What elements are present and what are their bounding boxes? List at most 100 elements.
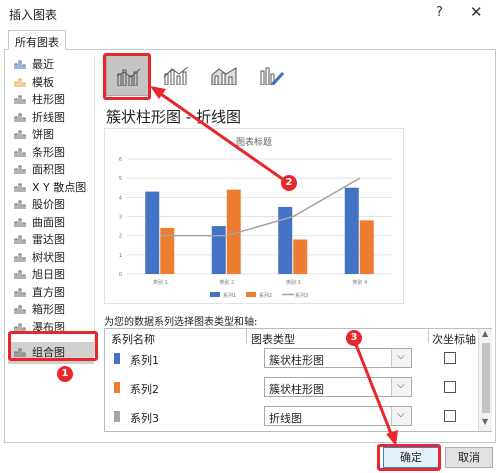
bar-mark xyxy=(359,220,374,274)
chart-type-item[interactable]: 最近 xyxy=(8,56,94,74)
cancel-button[interactable]: 取消 xyxy=(445,447,493,468)
subtype-column-line-secondary[interactable] xyxy=(154,54,198,96)
bar-mark xyxy=(160,228,175,274)
chart-type-item[interactable]: 模板 xyxy=(8,74,94,92)
step-badge-3: 3 xyxy=(346,330,362,346)
chart-type-item[interactable]: 条形图 xyxy=(8,144,94,162)
chart-type-item[interactable]: 柱形图 xyxy=(8,91,94,109)
scatter-chart-icon xyxy=(14,183,26,192)
series-name: 系列3 xyxy=(130,412,159,425)
highlight-subtype xyxy=(103,53,151,100)
series-color-swatch xyxy=(114,353,120,364)
secondary-axis-checkbox[interactable] xyxy=(444,352,456,364)
sunburst-icon xyxy=(14,270,26,279)
series-row: 系列1 簇状柱形图 ⌵ xyxy=(105,347,477,371)
x-tick-label: 类别 1 xyxy=(153,279,168,286)
legend-label: 系列1 xyxy=(223,292,236,299)
chevron-down-icon: ⌵ xyxy=(397,409,405,420)
treemap-icon xyxy=(14,253,26,262)
chart-type-item[interactable]: 面积图 xyxy=(8,161,94,179)
legend-label: 系列3 xyxy=(295,292,308,299)
y-tick-label: 2 xyxy=(119,234,122,240)
legend-swatch xyxy=(246,292,256,297)
recent-icon xyxy=(14,60,26,69)
pie-chart-icon xyxy=(14,130,26,139)
combo-area-column-icon xyxy=(211,67,237,85)
chart-type-label: 雷达图 xyxy=(32,233,65,246)
series-chart-type-select[interactable]: 簇状柱形图 ⌵ xyxy=(264,348,412,368)
template-folder-icon xyxy=(14,78,26,87)
chart-type-label: 旭日图 xyxy=(32,268,65,281)
legend-label: 系列2 xyxy=(259,292,272,299)
highlight-ok-button xyxy=(377,444,441,471)
chart-type-list: 最近 模板 柱形图 折线图饼图条形图面积图 X Y 散点图股价图 曲面图 雷达图树状图旭日图… xyxy=(8,56,94,364)
stock-chart-icon xyxy=(14,200,26,209)
x-tick-label: 类别 4 xyxy=(352,279,367,286)
series-table: 系列名称 图表类型 次坐标轴 系列1 簇状柱形图 ⌵ 系列2 簇状柱形图 ⌵ 系… xyxy=(104,328,492,432)
series-caption: 为您的数据系列选择图表类型和轴: xyxy=(104,317,258,328)
header-series-name: 系列名称 xyxy=(111,333,155,346)
chart-type-label: 饼图 xyxy=(32,128,54,141)
step-badge-1: 1 xyxy=(57,366,73,382)
series-color-swatch xyxy=(114,411,120,422)
series-row: 系列3 折线图 ⌵ xyxy=(105,405,477,429)
dropdown-button[interactable]: ⌵ xyxy=(391,349,411,367)
secondary-axis-checkbox[interactable] xyxy=(444,381,456,393)
chart-type-item[interactable]: 雷达图 xyxy=(8,231,94,249)
chart-type-item[interactable]: 折线图 xyxy=(8,109,94,127)
step-badge-2: 2 xyxy=(281,175,297,191)
chart-type-label: 箱形图 xyxy=(32,303,65,316)
close-button[interactable]: ✕ xyxy=(470,3,483,21)
list-divider xyxy=(94,56,95,356)
series-chart-type-value: 折线图 xyxy=(269,412,302,425)
surface-chart-icon xyxy=(14,218,26,227)
series-chart-type-select[interactable]: 簇状柱形图 ⌵ xyxy=(264,377,412,397)
help-button[interactable]: ? xyxy=(436,5,443,20)
scroll-down-icon[interactable]: ▼ xyxy=(482,417,488,426)
scroll-thumb[interactable] xyxy=(482,343,490,413)
series-name: 系列1 xyxy=(130,354,159,367)
chevron-down-icon: ⌵ xyxy=(397,380,405,391)
line-chart-icon xyxy=(14,113,26,122)
chart-type-label: X Y 散点图 xyxy=(32,180,87,194)
y-tick-label: 1 xyxy=(119,253,122,259)
scroll-up-icon[interactable]: ▲ xyxy=(482,329,488,338)
secondary-axis-checkbox[interactable] xyxy=(444,410,456,422)
y-tick-label: 6 xyxy=(119,157,122,163)
chevron-down-icon: ⌵ xyxy=(397,351,405,362)
chart-type-label: 折线图 xyxy=(32,110,65,124)
subtype-custom-combo[interactable] xyxy=(250,54,294,96)
title-bar: 插入图表 ? ✕ xyxy=(0,0,500,26)
chart-type-item[interactable]: 饼图 xyxy=(8,126,94,144)
chart-type-item[interactable]: X Y 散点图 xyxy=(8,179,94,197)
chart-type-label: 树状图 xyxy=(32,250,65,264)
chart-subtype-heading: 簇状柱形图 - 折线图 xyxy=(106,108,241,126)
chart-type-label: 条形图 xyxy=(32,145,65,159)
dropdown-button[interactable]: ⌵ xyxy=(391,407,411,425)
chart-type-item[interactable]: 树状图 xyxy=(8,249,94,267)
y-tick-label: 3 xyxy=(119,215,122,221)
series-chart-type-select[interactable]: 折线图 ⌵ xyxy=(264,406,412,426)
series-row: 系列2 簇状柱形图 ⌵ xyxy=(105,376,477,400)
bar-mark xyxy=(344,187,359,274)
tab-strip: 所有图表 xyxy=(4,30,496,50)
tab-all-charts[interactable]: 所有图表 xyxy=(8,30,66,50)
chart-type-item[interactable]: 股价图 xyxy=(8,196,94,214)
combo-secondary-axis-icon xyxy=(163,66,189,85)
preview-chart-svg: 图表标题 0 1 2 3 4 5 6 类别 1 类别 2 类别 3 类别 4 系列1 系列2 系列3 xyxy=(119,136,393,299)
dropdown-button[interactable]: ⌵ xyxy=(391,378,411,396)
bar-mark xyxy=(211,226,226,274)
chart-type-item[interactable]: 箱形图 xyxy=(8,301,94,319)
y-tick-label: 5 xyxy=(119,176,122,182)
subtype-area-column[interactable] xyxy=(202,54,246,96)
chart-type-item[interactable]: 曲面图 xyxy=(8,214,94,232)
histogram-icon xyxy=(14,288,26,297)
y-tick-label: 4 xyxy=(119,195,122,201)
chart-type-item[interactable]: 旭日图 xyxy=(8,266,94,284)
header-secondary-axis: 次坐标轴 xyxy=(432,333,476,346)
bar-mark xyxy=(293,239,308,274)
y-tick-label: 0 xyxy=(119,272,122,278)
chart-type-item[interactable]: 直方图 xyxy=(8,284,94,302)
table-scrollbar[interactable]: ▲ ▼ xyxy=(478,329,492,431)
bar-mark xyxy=(145,191,160,274)
